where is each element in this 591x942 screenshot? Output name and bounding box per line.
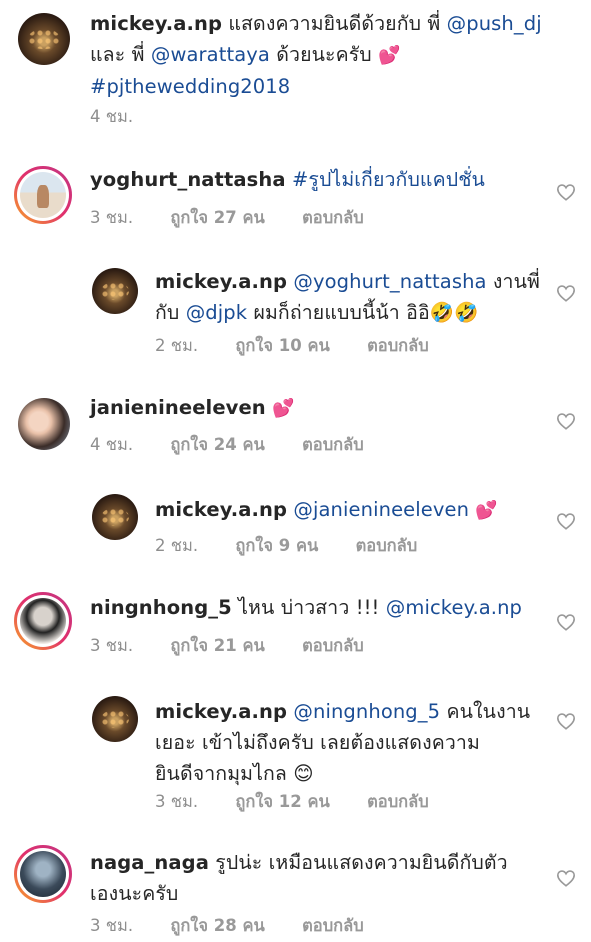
comment-likes[interactable]: ถูกใจ 9 คน	[235, 536, 318, 555]
comment-likes[interactable]: ถูกใจ 10 คน	[235, 336, 329, 355]
comment-time: 3 ชม.	[90, 916, 134, 935]
comment-username[interactable]: mickey.a.np	[155, 498, 287, 521]
reply-button[interactable]: ตอบกลับ	[302, 208, 364, 227]
comment-body: คนในงาน	[440, 700, 531, 723]
comment-meta: 3 ชม. ถูกใจ 12 คน ตอบกลับ	[155, 789, 461, 815]
comment-username[interactable]: mickey.a.np	[155, 700, 287, 723]
smile-emoji: 😊	[293, 762, 314, 785]
mention-link[interactable]: @yoghurt_nattasha	[293, 270, 486, 293]
like-heart-icon[interactable]	[556, 284, 576, 302]
comment-username[interactable]: janienineeleven	[90, 396, 266, 419]
comment-likes[interactable]: ถูกใจ 21 คน	[170, 636, 264, 655]
avatar[interactable]	[92, 268, 138, 314]
like-heart-icon[interactable]	[556, 869, 576, 887]
comment-body: ยินดีจากมุมไกล	[155, 762, 294, 785]
reply-button[interactable]: ตอบกลับ	[302, 636, 364, 655]
comment-likes[interactable]: ถูกใจ 12 คน	[235, 792, 329, 811]
hashtag-link[interactable]: #pjthewedding2018	[90, 75, 290, 98]
comment-text: mickey.a.np @ningnhong_5 คนในงาน เยอะ เข…	[155, 696, 550, 789]
comment-username[interactable]: yoghurt_nattasha	[90, 168, 286, 191]
mention-link[interactable]: @djpk	[186, 301, 247, 324]
like-heart-icon[interactable]	[556, 183, 576, 201]
comment-text: naga_naga รูปน่ะ เหมือนแสดงความยินดีกับต…	[90, 847, 550, 909]
comment-text: mickey.a.np แสดงความยินดีด้วยกับ พี่ @pu…	[90, 8, 580, 102]
comment-username[interactable]: mickey.a.np	[155, 270, 287, 293]
comment-time: 2 ชม.	[155, 536, 199, 555]
comment-username[interactable]: naga_naga	[90, 851, 209, 874]
comment-username[interactable]: ningnhong_5	[90, 596, 232, 619]
comment-meta: 2 ชม. ถูกใจ 9 คน ตอบกลับ	[155, 533, 449, 559]
two-hearts-emoji: 💕	[272, 398, 295, 419]
comment-body: แสดงความยินดีด้วยกับ พี่	[228, 12, 447, 35]
comment-time: 3 ชม.	[90, 636, 134, 655]
comment-body: และ พี่	[90, 43, 151, 66]
reply-button[interactable]: ตอบกลับ	[302, 435, 364, 454]
comment-body: เองนะครับ	[90, 882, 179, 905]
like-heart-icon[interactable]	[556, 512, 576, 530]
mention-link[interactable]: @ningnhong_5	[293, 700, 440, 723]
like-heart-icon[interactable]	[556, 412, 576, 430]
comment-meta: 3 ชม. ถูกใจ 27 คน ตอบกลับ	[90, 205, 396, 231]
comment-text: mickey.a.np @janienineeleven 💕	[155, 494, 550, 526]
comments-list: mickey.a.np แสดงความยินดีด้วยกับ พี่ @pu…	[0, 0, 591, 942]
like-heart-icon[interactable]	[556, 613, 576, 631]
comment-meta: 3 ชม. ถูกใจ 28 คน ตอบกลับ	[90, 913, 396, 939]
comment-likes[interactable]: ถูกใจ 27 คน	[170, 208, 264, 227]
comment-text: yoghurt_nattasha #รูปไม่เกี่ยวกับแคปชั่น	[90, 164, 550, 195]
avatar[interactable]	[14, 845, 72, 903]
mention-link[interactable]: @push_dj	[447, 12, 542, 35]
reply-button[interactable]: ตอบกลับ	[367, 336, 429, 355]
comment-text: mickey.a.np @yoghurt_nattasha งานพี่ กับ…	[155, 266, 550, 328]
comment-meta: 4 ชม.	[90, 104, 165, 130]
comment-body: ผมก็ถ่ายแบบนี้น้า อิอิ	[247, 301, 430, 324]
comment-body: กับ	[155, 301, 186, 324]
reply-button[interactable]: ตอบกลับ	[367, 792, 429, 811]
mention-link[interactable]: @warattaya	[151, 43, 270, 66]
reply-button[interactable]: ตอบกลับ	[356, 536, 418, 555]
comment-time: 3 ชม.	[90, 208, 134, 227]
comment-meta: 4 ชม. ถูกใจ 24 คน ตอบกลับ	[90, 432, 396, 458]
mention-link[interactable]: @mickey.a.np	[386, 596, 522, 619]
comment-body: ไหน บ่าวสาว !!!	[231, 596, 386, 619]
comment-text: ningnhong_5 ไหน บ่าวสาว !!! @mickey.a.np	[90, 592, 560, 623]
comment-time: 4 ชม.	[90, 107, 134, 126]
mention-link[interactable]: @janienineeleven	[293, 498, 469, 521]
avatar[interactable]	[92, 696, 138, 742]
comment-time: 2 ชม.	[155, 336, 199, 355]
comment-likes[interactable]: ถูกใจ 28 คน	[170, 916, 264, 935]
rofl-emoji: 🤣🤣	[429, 301, 479, 324]
comment-time: 3 ชม.	[155, 792, 199, 811]
comment-likes[interactable]: ถูกใจ 24 คน	[170, 435, 264, 454]
comment-body: งานพี่	[486, 270, 540, 293]
avatar[interactable]	[14, 166, 72, 224]
comment-text: janienineeleven 💕	[90, 392, 550, 424]
comment-meta: 3 ชม. ถูกใจ 21 คน ตอบกลับ	[90, 633, 396, 659]
comment-username[interactable]: mickey.a.np	[90, 12, 222, 35]
comment-body: เยอะ เข้าไม่ถึงครับ เลยต้องแสดงความ	[155, 731, 480, 754]
like-heart-icon[interactable]	[556, 712, 576, 730]
hashtag-link[interactable]: #รูปไม่เกี่ยวกับแคปชั่น	[292, 168, 485, 191]
two-hearts-emoji: 💕	[378, 45, 401, 66]
comment-meta: 2 ชม. ถูกใจ 10 คน ตอบกลับ	[155, 333, 461, 359]
comment-time: 4 ชม.	[90, 435, 134, 454]
avatar[interactable]	[18, 13, 70, 65]
comment-body: รูปน่ะ เหมือนแสดงความยินดีกับตัว	[208, 851, 508, 874]
comment-body: ด้วยนะครับ	[269, 43, 379, 66]
avatar[interactable]	[14, 592, 72, 650]
avatar[interactable]	[92, 494, 138, 540]
reply-button[interactable]: ตอบกลับ	[302, 916, 364, 935]
two-hearts-emoji: 💕	[475, 500, 498, 521]
avatar[interactable]	[18, 398, 70, 450]
